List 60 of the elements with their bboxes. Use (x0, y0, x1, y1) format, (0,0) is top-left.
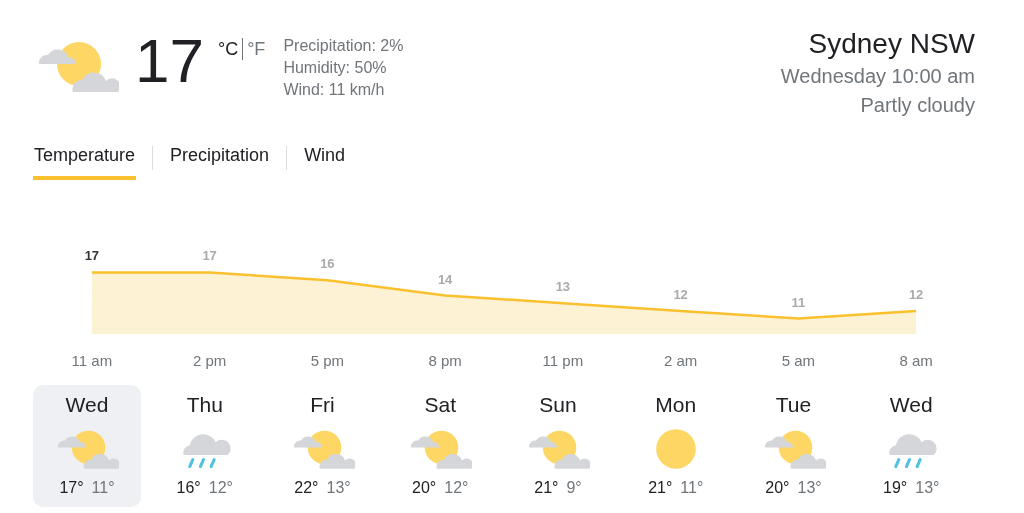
day-name: Fri (310, 393, 335, 417)
hour-label: 8 am (898, 352, 934, 369)
hour-label: 11 pm (541, 352, 585, 369)
high-temperature: 21° (534, 479, 559, 497)
data-label: 16 (320, 256, 335, 272)
day-name: Wed (65, 393, 109, 417)
day-forecast[interactable]: Thu 16° 12° (150, 385, 259, 507)
day-name: Wed (889, 393, 933, 417)
day-forecast[interactable]: Mon 21° 11° (621, 385, 730, 507)
condition-text: Partly cloudy (860, 93, 975, 118)
unit-toggle[interactable]: °F (243, 38, 270, 60)
location-name: Sydney NSW (808, 27, 975, 61)
low-temperature: 13° (326, 479, 351, 497)
tab[interactable]: Temperature (33, 136, 137, 180)
day-forecast[interactable]: Sat 20° 12° (386, 385, 495, 507)
hour-label: 2 am (662, 352, 699, 369)
low-temperature: 11° (680, 479, 704, 497)
hour-label: 5 pm (309, 352, 346, 369)
unit-toggle[interactable]: °C (213, 38, 243, 60)
low-temperature: 12° (208, 479, 233, 497)
high-temperature: 21° (648, 479, 673, 497)
data-label: 12 (673, 286, 688, 302)
data-label: 17 (202, 248, 217, 264)
data-label: 11 (791, 294, 806, 310)
low-temperature: 11° (91, 479, 115, 497)
high-temperature: 17° (59, 479, 84, 497)
low-temperature: 13° (915, 479, 940, 497)
day-name: Thu (186, 393, 223, 417)
low-temperature: 9° (566, 479, 582, 497)
weather-detail: Wind: 11 km/h (283, 80, 386, 100)
day-forecast[interactable]: Wed 17° 11° (33, 385, 141, 507)
date-time: Wednesday 10:00 am (780, 64, 975, 89)
tab[interactable]: Precipitation (169, 136, 271, 180)
day-forecast[interactable]: Wed 19° 13° (857, 385, 966, 507)
weather-detail: Humidity: 50% (283, 58, 388, 78)
high-temperature: 19° (883, 479, 908, 497)
hour-label: 8 pm (427, 352, 463, 369)
weather-detail: Precipitation: 2% (283, 36, 404, 56)
hour-label: 2 pm (191, 352, 228, 369)
day-forecast[interactable]: Sun 21° 9° (504, 385, 612, 507)
high-temperature: 20° (765, 479, 790, 497)
hour-label: 5 am (780, 352, 817, 369)
low-temperature: 13° (797, 479, 822, 497)
day-forecast[interactable]: Tue 20° 13° (739, 385, 848, 507)
day-name: Tue (775, 393, 812, 417)
tab[interactable]: Wind (303, 136, 347, 180)
day-name: Sun (539, 393, 577, 417)
data-label: 14 (437, 271, 453, 287)
hour-label: 11 am (70, 352, 114, 369)
high-temperature: 22° (294, 479, 319, 497)
high-temperature: 16° (176, 479, 201, 497)
day-forecast[interactable]: Fri 22° 13° (268, 385, 377, 507)
day-name: Mon (655, 393, 697, 417)
data-label: 13 (555, 279, 571, 295)
low-temperature: 12° (444, 479, 469, 497)
data-label: 12 (908, 286, 924, 302)
high-temperature: 20° (412, 479, 437, 497)
current-temperature: 17 (135, 26, 204, 96)
day-name: Sat (424, 393, 456, 417)
data-label: 17 (84, 248, 100, 264)
